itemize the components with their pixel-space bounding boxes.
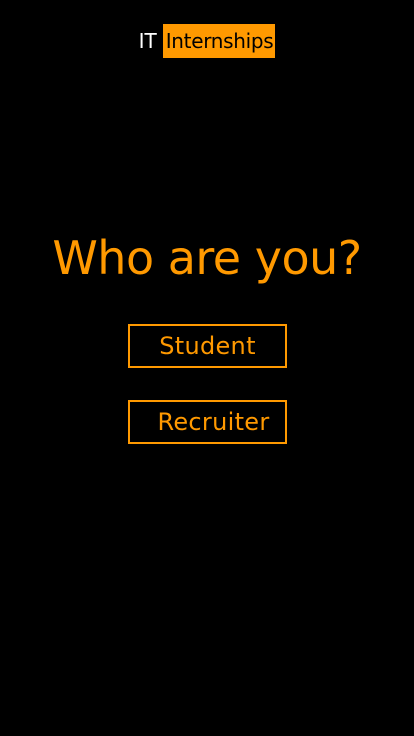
logo-prefix: IT [138,29,157,53]
logo-highlight: Internships [162,24,276,58]
student-button[interactable]: Student [128,324,287,368]
page-title: Who are you? [52,231,362,285]
app-logo: IT Internships [0,24,414,58]
recruiter-button[interactable]: Recruiter [128,400,287,444]
